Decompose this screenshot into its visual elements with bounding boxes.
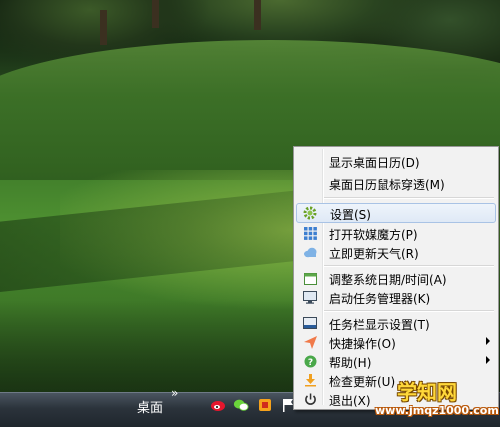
weibo-icon[interactable] [210,397,226,413]
menu-item-open-ruanmei-mofang[interactable]: 打开软媒魔方(P) [296,223,496,243]
menu-separator [324,197,494,199]
gear-icon [302,205,318,221]
menu-item-label: 桌面日历鼠标穿透(M) [329,178,445,192]
menu-item-taskbar-display-settings[interactable]: 任务栏显示设置(T) [296,313,496,333]
svg-text:?: ? [307,358,312,368]
power-icon [302,391,318,407]
menu-item-quick-actions[interactable]: 快捷操作(O) [296,332,496,352]
menu-item-label: 退出(X) [329,394,371,408]
menu-item-label: 启动任务管理器(K) [329,292,431,306]
cloud-icon [302,244,318,260]
menu-item-settings[interactable]: 设置(S) [296,203,496,223]
watermark-title: 学知网 [397,380,457,404]
menu-item-task-manager[interactable]: 启动任务管理器(K) [296,287,496,307]
menu-item-help[interactable]: ? 帮助(H) [296,351,496,371]
watermark-url: www.jmqz1000.com [375,404,499,417]
menu-item-label: 打开软媒魔方(P) [329,228,418,242]
menu-item-calendar-click-through[interactable]: 桌面日历鼠标穿透(M) [296,173,496,193]
menu-item-label: 显示桌面日历(D) [329,156,420,170]
menu-separator [324,265,494,267]
submenu-arrow-icon [486,356,490,364]
tree-trunk [152,0,159,28]
menu-item-label: 快捷操作(O) [329,337,396,351]
monitor-icon [302,289,318,305]
wechat-icon[interactable] [233,397,249,413]
send-icon [302,334,318,350]
menu-item-label: 调整系统日期/时间(A) [329,273,447,287]
menu-item-label: 帮助(H) [329,356,372,370]
grid-icon [302,225,318,241]
menu-item-label: 任务栏显示设置(T) [329,318,430,332]
menu-item-label: 立即更新天气(R) [329,247,419,261]
menu-item-update-weather[interactable]: 立即更新天气(R) [296,242,496,262]
app-icon[interactable] [257,397,273,413]
desktop-toolbar-label[interactable]: 桌面 [137,397,163,416]
menu-item-label: 设置(S) [330,208,371,222]
toolbar-overflow-chevron[interactable]: » [171,386,178,400]
tree-trunk [100,10,107,45]
menu-separator [324,310,494,312]
menu-item-show-desktop-calendar[interactable]: 显示桌面日历(D) [296,151,496,171]
site-watermark: 学知网 www.jmqz1000.com [375,376,500,426]
download-icon [302,372,318,388]
help-icon: ? [302,353,318,369]
tree-trunk [254,0,261,30]
submenu-arrow-icon [486,337,490,345]
context-menu: 显示桌面日历(D) 桌面日历鼠标穿透(M) 设置(S) 打开软媒魔方(P) 立即… [293,146,499,410]
taskbar-icon [302,315,318,331]
calendar-icon [302,270,318,286]
menu-item-adjust-date-time[interactable]: 调整系统日期/时间(A) [296,268,496,288]
